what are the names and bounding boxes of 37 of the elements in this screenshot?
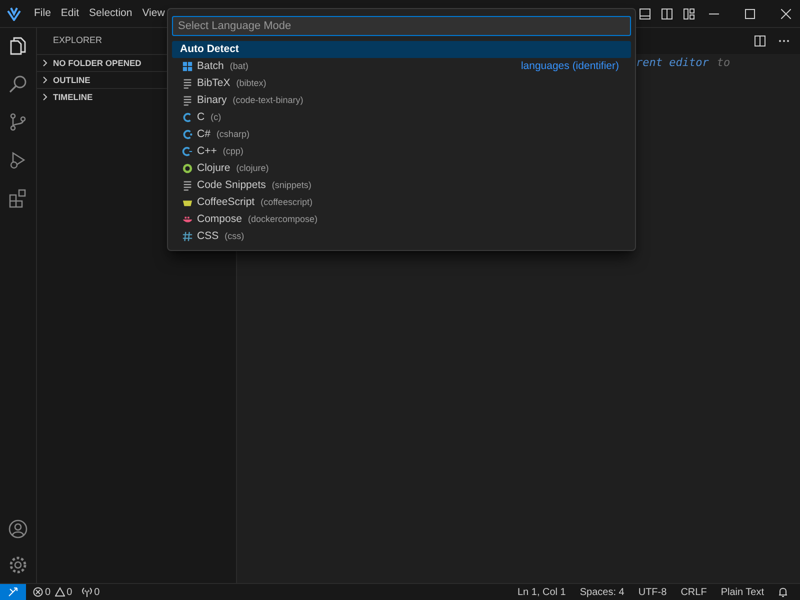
sidebar-title: EXPLORER <box>53 34 102 48</box>
language-item[interactable]: Compose (dockercompose) <box>172 211 631 228</box>
language-id: (css) <box>224 230 244 243</box>
language-item[interactable]: CoffeeScript (coffeescript) <box>172 194 631 211</box>
language-item[interactable]: Auto Detect <box>172 41 631 58</box>
ports-button[interactable]: 0 <box>82 584 100 600</box>
menu-item[interactable]: File <box>29 4 56 24</box>
language-item[interactable]: C (c) <box>172 109 631 126</box>
hint-text: to <box>716 55 730 71</box>
status-item[interactable]: CRLF <box>680 584 707 600</box>
search-field[interactable]: Select Language Mode <box>172 16 631 36</box>
warning-count: 0 <box>66 586 72 600</box>
language-item[interactable]: C++ (cpp) <box>172 143 631 160</box>
status-item[interactable]: Ln 1, Col 1 <box>517 584 566 600</box>
language-item[interactable]: CSS (css) <box>172 228 631 245</box>
problems-button[interactable]: 0 0 <box>33 584 72 600</box>
language-id: (cpp) <box>222 144 244 158</box>
language-id: (c) <box>210 110 222 124</box>
language-item[interactable]: C# (csharp) <box>172 126 631 143</box>
language-id: (dockercompose) <box>248 212 318 226</box>
error-count: 0 <box>45 586 51 600</box>
ports-count: 0 <box>94 586 100 600</box>
detail-link: languages (identifier) <box>520 58 619 74</box>
language-id: (bibtex) <box>236 76 266 90</box>
language-id: (coffeescript) <box>260 196 312 209</box>
status-item[interactable]: Plain Text <box>720 584 764 600</box>
language-item[interactable]: Clojure (clojure) <box>172 160 631 177</box>
language-id: (csharp) <box>216 128 250 141</box>
menu-item[interactable]: Selection <box>84 4 138 24</box>
language-id: (clojure) <box>236 162 269 175</box>
menu-item[interactable]: Edit <box>56 4 84 24</box>
language-item[interactable]: Code Snippets (snippets) <box>172 177 631 194</box>
language-id: (snippets) <box>272 178 312 192</box>
status-item[interactable]: Spaces: 4 <box>580 584 624 600</box>
menu-item[interactable]: View <box>137 4 170 24</box>
status-item[interactable]: UTF-8 <box>638 584 667 600</box>
hint-text: rent editor <box>636 55 709 71</box>
